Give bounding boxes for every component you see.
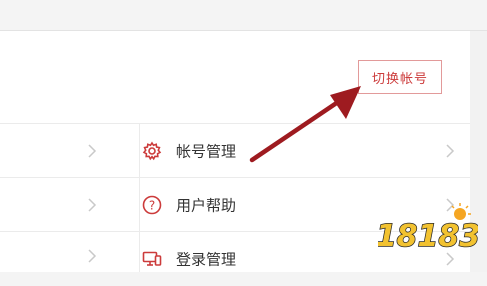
menu-item-label: 登录管理	[176, 250, 237, 269]
chevron-right-icon	[88, 249, 97, 263]
top-bar	[0, 0, 487, 31]
chevron-right-icon	[446, 144, 455, 158]
chevron-right-icon	[88, 198, 97, 212]
svg-text:18183: 18183	[378, 219, 478, 254]
menu-item-label: 用户帮助	[176, 196, 237, 215]
sun-icon	[451, 203, 471, 220]
devices-icon	[142, 251, 162, 266]
left-list-item[interactable]	[0, 232, 139, 272]
gear-icon	[142, 141, 162, 161]
left-list-item[interactable]	[0, 124, 139, 177]
menu-item-label: 帐号管理	[176, 142, 237, 161]
switch-account-label: 切换帐号	[371, 71, 428, 87]
svg-text:?: ?	[149, 199, 155, 213]
question-circle-icon: ?	[142, 195, 162, 215]
watermark-logo: 18183	[378, 203, 478, 255]
left-list-item[interactable]	[0, 178, 139, 231]
chevron-right-icon	[88, 144, 97, 158]
switch-account-button[interactable]: 切换帐号	[358, 60, 442, 94]
menu-item-account-management[interactable]: 帐号管理	[140, 124, 470, 178]
